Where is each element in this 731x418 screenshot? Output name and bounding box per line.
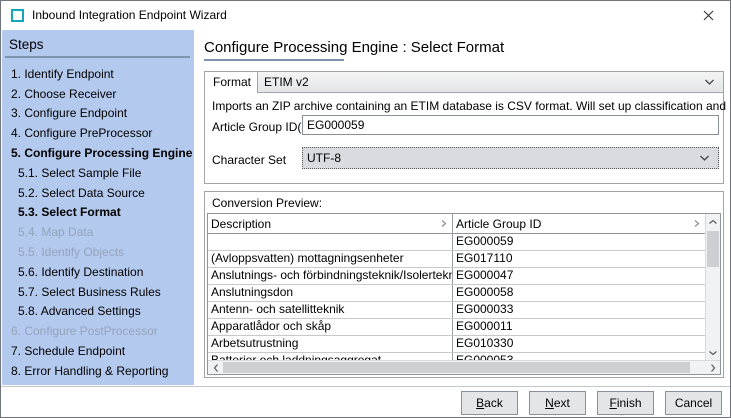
table-row[interactable]: Apparatlådor och skåp EG000011 [208,319,720,336]
step-choose-receiver[interactable]: 2. Choose Receiver [2,84,194,104]
scroll-down-button[interactable] [706,345,720,360]
column-header-article-group-id[interactable]: Article Group ID [453,214,705,233]
format-description: Imports an ZIP archive containing an ETI… [205,93,723,113]
cell-description: Arbetsutrustning [208,336,453,352]
chevron-down-icon [699,155,710,162]
scroll-up-button[interactable] [706,214,720,229]
access-key: N [545,396,554,410]
step-select-format[interactable]: 5.3. Select Format [2,203,194,223]
vertical-scrollbar[interactable] [705,214,720,360]
cell-description: (Avloppsvatten) mottagningsenheter [208,251,453,267]
cell-article-group-id: EG010330 [453,336,705,352]
article-group-label: Article Group ID(s) [212,120,311,134]
format-label: Format [205,72,257,93]
format-groupbox: Format ETIM v2 Imports an ZIP archive co… [204,71,724,184]
wizard-dialog: Inbound Integration Endpoint Wizard Step… [0,0,731,418]
cell-article-group-id: EG000047 [453,268,705,284]
step-map-data: 5.4. Map Data [2,222,194,242]
vertical-scrollbar-thumb[interactable] [707,231,719,267]
cell-article-group-id: EG000011 [453,319,705,335]
step-configure-processing-engine[interactable]: 5. Configure Processing Engine [2,143,194,163]
next-button[interactable]: Next [529,391,586,415]
cell-description: Anslutningsdon [208,285,453,301]
window-title: Inbound Integration Endpoint Wizard [32,1,227,30]
cell-article-group-id: EG000058 [453,285,705,301]
steps-title: Steps [2,30,194,52]
step-schedule-endpoint[interactable]: 7. Schedule Endpoint [2,341,194,361]
step-identify-destination[interactable]: 5.6. Identify Destination [2,262,194,282]
app-icon [11,9,24,22]
steps-sidebar: Steps 1. Identify Endpoint 2. Choose Rec… [2,30,194,385]
table-header-row: Description Article Group ID [208,214,720,234]
charset-dropdown-value: UTF-8 [307,151,341,165]
access-key: F [609,396,616,410]
column-header-label: Article Group ID [456,215,541,233]
format-row: Format ETIM v2 [205,72,723,93]
charset-dropdown[interactable]: UTF-8 [302,147,719,169]
table-row[interactable]: Arbetsutrustning EG010330 [208,336,720,353]
step-configure-postprocessor: 6. Configure PostProcessor [2,321,194,341]
horizontal-scrollbar-thumb[interactable] [223,362,690,373]
cell-description: Antenn- och satellitteknik [208,302,453,318]
back-button[interactable]: Back [461,391,518,415]
chevron-down-icon [708,350,718,356]
main-panel: Configure Processing Engine : Select For… [204,30,724,386]
heading-underline [204,59,344,61]
format-dropdown-value: ETIM v2 [264,75,309,89]
divider [1,386,730,387]
cell-article-group-id: EG000033 [453,302,705,318]
chevron-left-icon [213,363,219,373]
close-icon [703,10,714,21]
conversion-preview-label: Conversion Preview: [212,196,322,210]
charset-label: Character Set [212,153,286,167]
table-row[interactable]: Anslutnings- och förbindningsteknik/Isol… [208,268,720,285]
column-chevron-icon [441,219,447,228]
horizontal-scrollbar[interactable] [208,360,720,374]
preview-table: Description Article Group ID EG000059 (A… [207,213,721,375]
button-label: inish [617,396,642,410]
cell-article-group-id: EG000059 [453,234,705,250]
finish-button[interactable]: Finish [597,391,654,415]
step-identify-objects: 5.5. Identify Objects [2,242,194,262]
step-configure-endpoint[interactable]: 3. Configure Endpoint [2,104,194,124]
scroll-left-button[interactable] [208,361,223,374]
step-select-business-rules[interactable]: 5.7. Select Business Rules [2,282,194,302]
step-configure-preprocessor[interactable]: 4. Configure PreProcessor [2,123,194,143]
cell-description [208,234,453,250]
table-row[interactable]: Antenn- och satellitteknik EG000033 [208,302,720,319]
table-row[interactable]: (Avloppsvatten) mottagningsenheter EG017… [208,251,720,268]
step-advanced-settings[interactable]: 5.8. Advanced Settings [2,302,194,322]
step-error-handling-reporting[interactable]: 8. Error Handling & Reporting [2,361,194,381]
step-identify-endpoint[interactable]: 1. Identify Endpoint [2,64,194,84]
page-title: Configure Processing Engine : Select For… [204,39,504,56]
cancel-button[interactable]: Cancel [665,391,722,415]
button-label: ext [554,396,570,410]
conversion-preview-groupbox: Conversion Preview: Description Article … [204,191,724,378]
cell-description: Anslutnings- och förbindningsteknik/Isol… [208,268,453,284]
close-button[interactable] [690,1,726,30]
scroll-right-button[interactable] [705,361,720,374]
steps-underline [5,56,190,58]
access-key: B [476,396,484,410]
button-label: ack [484,396,503,410]
format-dropdown[interactable]: ETIM v2 [257,72,723,93]
table-row[interactable]: Anslutningsdon EG000058 [208,285,720,302]
column-chevron-icon [694,219,700,228]
titlebar: Inbound Integration Endpoint Wizard [1,1,730,30]
cell-description: Apparatlådor och skåp [208,319,453,335]
step-select-data-source[interactable]: 5.2. Select Data Source [2,183,194,203]
chevron-right-icon [710,363,716,373]
article-group-input[interactable] [302,115,719,135]
column-header-label: Description [211,215,271,233]
cell-article-group-id: EG017110 [453,251,705,267]
steps-list: 1. Identify Endpoint 2. Choose Receiver … [2,64,194,381]
table-row[interactable]: EG000059 [208,234,720,251]
button-row: Back Next Finish Cancel [461,391,722,415]
chevron-down-icon [704,79,715,86]
button-label: Cancel [675,396,712,410]
step-select-sample-file[interactable]: 5.1. Select Sample File [2,163,194,183]
column-header-description[interactable]: Description [208,214,453,233]
chevron-up-icon [708,219,718,225]
